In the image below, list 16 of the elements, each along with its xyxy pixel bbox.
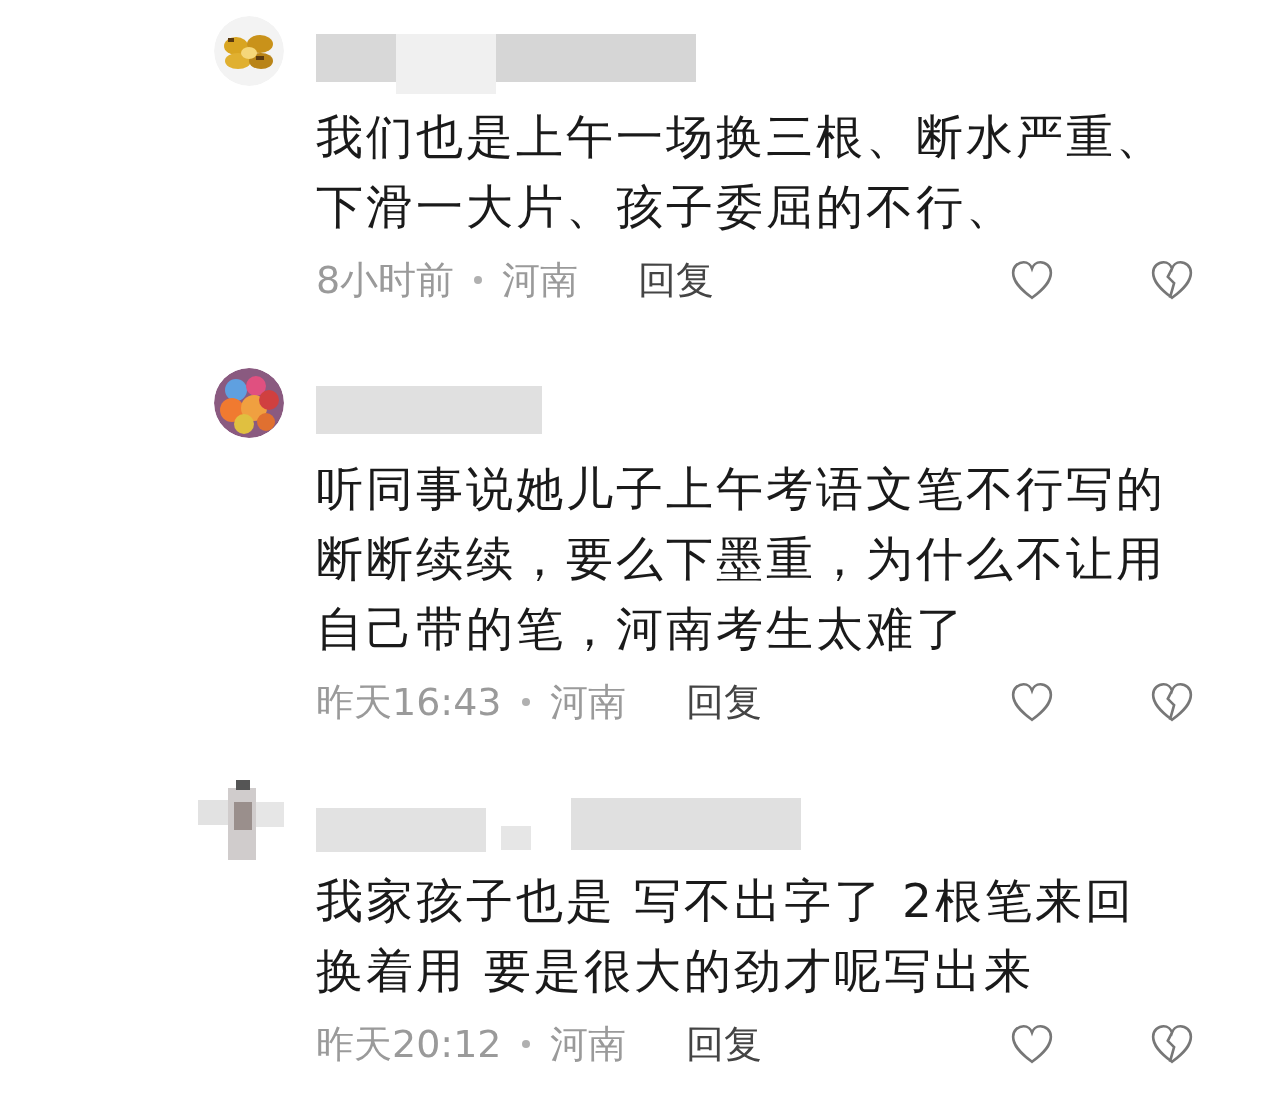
comment-location: 河南 <box>502 256 579 304</box>
comment-time: 昨天20:12 <box>316 1020 502 1068</box>
comment-time: 昨天16:43 <box>316 678 502 726</box>
reply-button[interactable]: 回复 <box>685 673 762 731</box>
comment-text: 断断续续，要么下墨重，为什么不让用 <box>316 530 1167 588</box>
comment-time: 8小时前 <box>316 256 455 304</box>
comment-text: 下滑一大片、孩子委屈的不行、 <box>316 178 1017 236</box>
reply-button[interactable]: 回复 <box>685 1015 762 1073</box>
comment-text: 换着用 要是很大的劲才呢写出来 <box>316 942 1035 1000</box>
comment-text: 我家孩子也是 写不出字了 2根笔来回 <box>316 872 1136 930</box>
comment-text: 自己带的笔，河南考生太难了 <box>316 600 967 658</box>
comment-text: 听同事说她儿子上午考语文笔不行写的 <box>316 460 1167 518</box>
comment-text: 我们也是上午一场换三根、断水严重、 <box>316 108 1167 166</box>
comment-location: 河南 <box>549 1020 626 1068</box>
comment-location: 河南 <box>549 678 626 726</box>
reply-button[interactable]: 回复 <box>638 251 715 309</box>
